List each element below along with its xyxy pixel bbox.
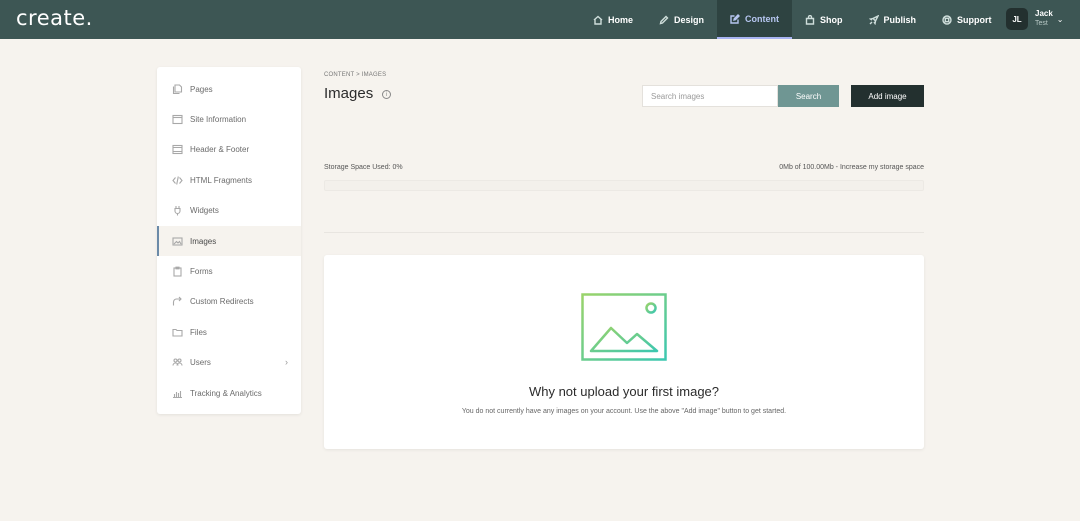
breadcrumb: CONTENT > IMAGES <box>324 72 387 78</box>
clipboard-icon <box>173 266 182 277</box>
user-menu[interactable]: JL Jack Test ⌄ <box>1006 8 1064 30</box>
storage-summary: 0Mb of 100.00Mb - Increase my storage sp… <box>779 164 924 171</box>
add-image-button[interactable]: Add image <box>851 85 924 107</box>
content-sidebar: Pages Site Information Header & Footer H… <box>157 67 301 414</box>
section-divider <box>324 232 924 233</box>
rocket-icon <box>868 14 879 25</box>
sidebar-item-label: HTML Fragments <box>190 175 252 185</box>
sidebar-item-html-fragments[interactable]: HTML Fragments <box>157 165 301 195</box>
nav-item-home[interactable]: Home <box>580 0 646 39</box>
nav-item-label: Content <box>745 13 780 24</box>
sidebar-item-files[interactable]: Files <box>157 317 301 347</box>
empty-state-title: Why not upload your first image? <box>528 384 720 399</box>
empty-state-description: You do not currently have any images on … <box>461 408 787 415</box>
lifebuoy-icon <box>942 14 952 25</box>
info-icon[interactable]: i <box>382 90 391 99</box>
image-placeholder-icon <box>581 293 667 361</box>
sidebar-item-label: Header & Footer <box>190 145 250 155</box>
home-icon <box>593 15 603 25</box>
chart-icon <box>173 390 182 398</box>
sidebar-item-images[interactable]: Images <box>157 225 301 257</box>
storage-usage-text: 0Mb of 100.00Mb <box>779 164 834 171</box>
chevron-down-icon: ⌄ <box>1056 14 1064 24</box>
sidebar-item-users[interactable]: Users › <box>157 348 301 378</box>
users-icon <box>172 358 183 366</box>
nav-item-support[interactable]: Support <box>929 0 1005 39</box>
nav-item-design[interactable]: Design <box>646 0 717 39</box>
pen-icon <box>659 15 669 24</box>
top-navigation-bar: create. Home Design Content Shop Publish… <box>0 0 1080 39</box>
code-icon <box>172 176 183 185</box>
sidebar-item-label: Site Information <box>190 115 247 125</box>
sidebar-item-label: Files <box>190 327 207 337</box>
search-input[interactable] <box>642 85 778 107</box>
user-subtitle: Test <box>1035 20 1048 27</box>
storage-progress-bar <box>324 180 924 191</box>
user-name: Jack <box>1035 9 1053 18</box>
page-title: Images <box>324 85 374 102</box>
sidebar-item-label: Custom Redirects <box>190 297 254 307</box>
nav-item-publish[interactable]: Publish <box>856 0 930 39</box>
sidebar-item-forms[interactable]: Forms <box>157 256 301 286</box>
pages-icon <box>172 84 183 94</box>
sidebar-item-label: Pages <box>190 84 213 94</box>
app-logo[interactable]: create. <box>16 6 93 30</box>
nav-item-label: Support <box>957 14 992 25</box>
search-button[interactable]: Search <box>778 85 839 107</box>
sidebar-item-header-footer[interactable]: Header & Footer <box>157 135 301 165</box>
sidebar-item-label: Widgets <box>190 206 219 216</box>
sidebar-item-label: Tracking & Analytics <box>190 388 262 398</box>
edit-icon <box>730 13 741 24</box>
nav-item-shop[interactable]: Shop <box>792 0 856 39</box>
main-nav: Home Design Content Shop Publish Support <box>580 0 1005 39</box>
nav-item-label: Home <box>608 14 634 25</box>
nav-item-label: Design <box>674 14 705 25</box>
storage-used-label: Storage Space Used: 0% <box>324 164 403 171</box>
sidebar-item-site-information[interactable]: Site Information <box>157 104 301 134</box>
avatar: JL <box>1006 8 1028 30</box>
bag-icon <box>805 14 815 25</box>
sidebar-item-label: Images <box>190 236 217 246</box>
nav-item-content[interactable]: Content <box>717 0 793 39</box>
sidebar-item-pages[interactable]: Pages <box>157 74 301 104</box>
sidebar-item-label: Users <box>190 358 211 368</box>
empty-state-card: Why not upload your first image? You do … <box>324 255 924 449</box>
window-icon <box>172 115 183 125</box>
sidebar-item-label: Forms <box>190 267 213 277</box>
sidebar-item-tracking-analytics[interactable]: Tracking & Analytics <box>157 378 301 408</box>
increase-storage-link[interactable]: Increase my storage space <box>840 164 924 171</box>
folder-icon <box>172 328 183 337</box>
nav-item-label: Publish <box>883 14 917 25</box>
layout-icon <box>172 145 183 155</box>
plug-icon <box>174 206 181 216</box>
sidebar-item-custom-redirects[interactable]: Custom Redirects <box>157 287 301 317</box>
chevron-right-icon: › <box>285 356 288 367</box>
nav-item-label: Shop <box>820 14 843 25</box>
sidebar-item-widgets[interactable]: Widgets <box>157 196 301 226</box>
redirect-icon <box>172 297 182 306</box>
image-icon <box>172 237 183 246</box>
